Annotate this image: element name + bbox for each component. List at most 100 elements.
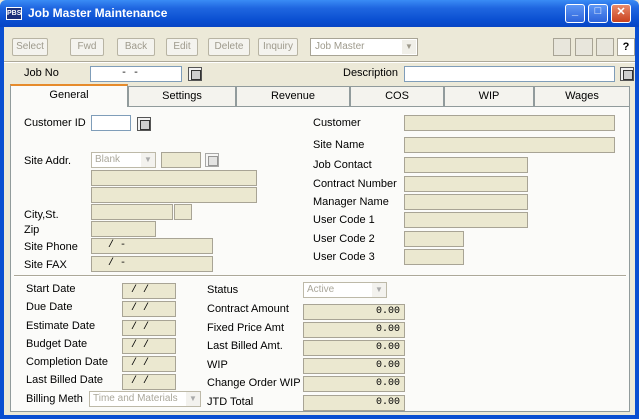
status-select[interactable]: Active ▼ xyxy=(303,282,387,298)
billing-meth-value: Time and Materials xyxy=(93,393,178,404)
view-combo-value: Job Master xyxy=(315,41,365,52)
description-input[interactable] xyxy=(404,66,615,82)
tab-cos[interactable]: COS xyxy=(350,86,444,106)
tab-general[interactable]: General xyxy=(10,84,128,107)
edit-button[interactable]: Edit xyxy=(166,38,198,56)
site-phone-field: / - xyxy=(91,238,213,254)
description-label: Description xyxy=(343,67,399,79)
view-combo[interactable]: Job Master ▼ xyxy=(310,38,418,56)
zip-label: Zip xyxy=(24,224,40,236)
print-icon[interactable] xyxy=(596,38,614,56)
change-order-wip-field: 0.00 xyxy=(303,376,405,392)
site-addr-code xyxy=(161,152,201,168)
jtd-total-field: 0.00 xyxy=(303,395,405,411)
back-button[interactable]: Back xyxy=(117,38,155,56)
help-icon[interactable]: ? xyxy=(617,38,635,56)
user-code-3-label: User Code 3 xyxy=(313,251,375,263)
wip-field: 0.00 xyxy=(303,358,405,374)
tab-wages[interactable]: Wages xyxy=(534,86,630,106)
tab-settings[interactable]: Settings xyxy=(128,86,236,106)
close-button[interactable]: ✕ xyxy=(611,4,631,23)
job-no-label: Job No xyxy=(24,67,59,79)
fixed-price-field: 0.00 xyxy=(303,322,405,338)
chevron-down-icon: ▼ xyxy=(402,40,416,54)
estimate-date-field: / / xyxy=(122,320,176,336)
last-billed-date-field: / / xyxy=(122,374,176,390)
user-code-1-label: User Code 1 xyxy=(313,214,375,226)
start-date-label: Start Date xyxy=(26,283,76,295)
job-contact-field xyxy=(404,157,528,173)
city-label: City,St. xyxy=(24,209,59,221)
customer-lookup-icon[interactable] xyxy=(137,117,151,131)
completion-date-label: Completion Date xyxy=(26,356,108,368)
site-fax-label: Site FAX xyxy=(24,259,67,271)
site-fax-field: / - xyxy=(91,256,213,272)
site-name-label: Site Name xyxy=(313,139,365,151)
forward-button[interactable]: Fwd xyxy=(70,38,104,56)
budget-date-field: / / xyxy=(122,338,176,354)
last-billed-amt-field: 0.00 xyxy=(303,340,405,356)
contract-amount-field: 0.00 xyxy=(303,304,405,320)
state-field xyxy=(174,204,192,220)
wip-label: WIP xyxy=(207,359,228,371)
job-contact-label: Job Contact xyxy=(313,159,372,171)
title-bar: PBS Job Master Maintenance _ □ ✕ xyxy=(0,0,639,27)
folder-icon[interactable] xyxy=(553,38,571,56)
site-addr-line-2 xyxy=(91,187,257,203)
section-divider-highlight xyxy=(14,276,626,277)
user-code-2-label: User Code 2 xyxy=(313,233,375,245)
fixed-price-label: Fixed Price Amt xyxy=(207,322,285,334)
job-lookup-icon[interactable] xyxy=(188,67,202,81)
app-icon: PBS xyxy=(6,7,22,20)
chevron-down-icon: ▼ xyxy=(372,283,386,297)
site-addr-select[interactable]: Blank ▼ xyxy=(91,152,156,168)
site-addr-lookup-icon[interactable] xyxy=(205,153,219,167)
change-order-wip-label: Change Order WIP xyxy=(207,377,301,389)
maximize-button[interactable]: □ xyxy=(588,4,608,23)
description-lookup-icon[interactable] xyxy=(620,67,634,81)
customer-id-input[interactable] xyxy=(91,115,131,131)
save-icon[interactable] xyxy=(575,38,593,56)
billing-meth-select[interactable]: Time and Materials ▼ xyxy=(89,391,201,407)
inquiry-button[interactable]: Inquiry xyxy=(258,38,298,56)
last-billed-date-label: Last Billed Date xyxy=(26,374,104,386)
site-name-field xyxy=(404,137,615,153)
billing-meth-label: Billing Meth xyxy=(26,393,83,405)
status-value: Active xyxy=(307,284,335,295)
chevron-down-icon: ▼ xyxy=(186,392,200,406)
customer-field xyxy=(404,115,615,131)
minimize-button[interactable]: _ xyxy=(565,4,585,23)
user-code-1-field xyxy=(404,212,528,228)
estimate-date-label: Estimate Date xyxy=(26,320,96,332)
contract-amount-label: Contract Amount xyxy=(207,303,289,315)
toolbar-divider-highlight xyxy=(4,62,635,63)
user-code-3-field xyxy=(404,249,464,265)
manager-name-field xyxy=(404,194,528,210)
zip-field xyxy=(91,221,156,237)
due-date-label: Due Date xyxy=(26,301,73,313)
status-label: Status xyxy=(207,284,239,296)
select-button[interactable]: Select xyxy=(12,38,48,56)
manager-name-label: Manager Name xyxy=(313,196,389,208)
job-no-input[interactable]: - - xyxy=(90,66,182,82)
contract-number-label: Contract Number xyxy=(313,178,397,190)
site-addr-line-1 xyxy=(91,170,257,186)
customer-label: Customer xyxy=(313,117,361,129)
window-title: Job Master Maintenance xyxy=(28,6,168,20)
delete-button[interactable]: Delete xyxy=(208,38,250,56)
city-field xyxy=(91,204,173,220)
site-addr-label: Site Addr. xyxy=(24,155,72,167)
jtd-total-label: JTD Total xyxy=(207,396,254,408)
tab-wip[interactable]: WIP xyxy=(444,86,534,106)
chevron-down-icon: ▼ xyxy=(141,153,155,167)
customer-id-label: Customer ID xyxy=(24,117,86,129)
budget-date-label: Budget Date xyxy=(26,338,88,350)
site-addr-select-value: Blank xyxy=(95,154,121,165)
tab-revenue[interactable]: Revenue xyxy=(236,86,350,106)
user-code-2-field xyxy=(404,231,464,247)
site-phone-label: Site Phone xyxy=(24,241,78,253)
last-billed-amt-label: Last Billed Amt. xyxy=(207,340,283,352)
completion-date-field: / / xyxy=(122,356,176,372)
contract-number-field xyxy=(404,176,528,192)
start-date-field: / / xyxy=(122,283,176,299)
